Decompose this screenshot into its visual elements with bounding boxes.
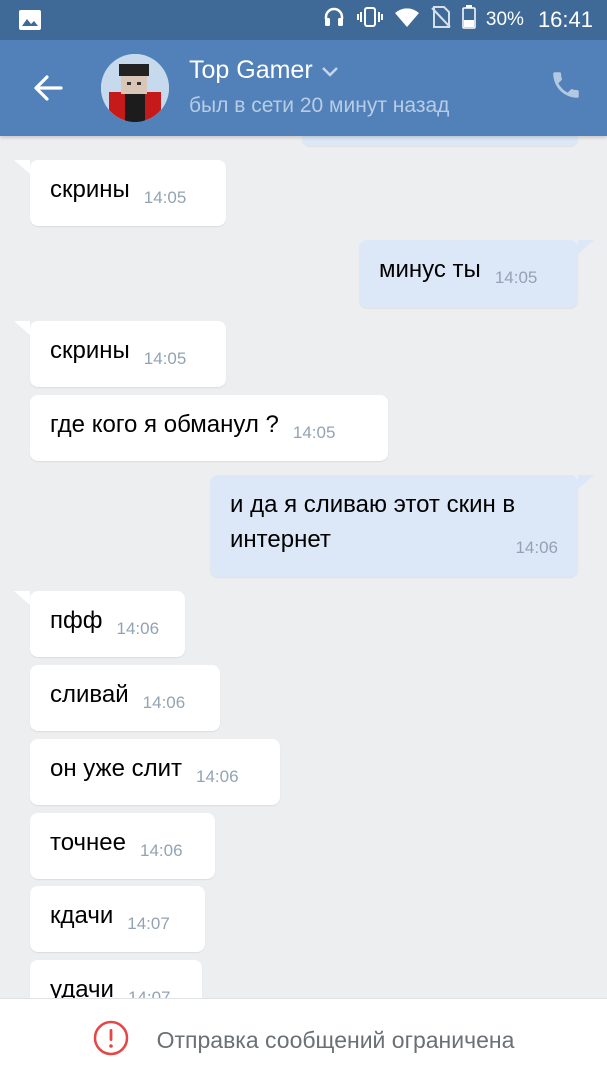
headphones-icon bbox=[322, 5, 346, 35]
vibrate-icon bbox=[356, 5, 384, 35]
no-sim-icon bbox=[430, 5, 452, 35]
message-bubble[interactable]: сливай 14:06 bbox=[30, 665, 220, 731]
message-text: он уже слит bbox=[50, 755, 183, 782]
message-time: 14:05 bbox=[292, 423, 336, 442]
message-bubble[interactable]: точнее 14:06 bbox=[30, 813, 215, 879]
message-time: 14:06 bbox=[116, 619, 160, 638]
status-bar: 30% 16:41 bbox=[0, 0, 607, 40]
message-text: минус ты bbox=[379, 256, 481, 283]
message-bubble[interactable]: кдачи 14:07 bbox=[30, 886, 205, 952]
contact-status: был в сети 20 минут назад bbox=[189, 94, 450, 117]
message-text-line-1: и да я сливаю этот скин в bbox=[230, 491, 516, 518]
message-bubble[interactable]: минус ты 14:05 bbox=[359, 240, 578, 308]
bubble-tail bbox=[578, 240, 594, 254]
contact-name[interactable]: Top Gamer bbox=[189, 56, 339, 85]
image-icon bbox=[18, 9, 42, 36]
restriction-notice: Отправка сообщений ограничена bbox=[156, 1026, 515, 1053]
message-time: 14:07 bbox=[127, 914, 170, 933]
battery-percent: 30% bbox=[485, 9, 524, 30]
message-time: 14:06 bbox=[140, 841, 183, 860]
message-text: удачи bbox=[50, 976, 114, 998]
chat-header: Top Gamer был в сети 20 минут назад bbox=[0, 40, 607, 136]
message-time: 14:05 bbox=[143, 188, 187, 207]
chevron-down-icon bbox=[321, 56, 339, 85]
phone-icon[interactable] bbox=[549, 68, 583, 102]
messaging-restricted-bar: Отправка сообщений ограничена bbox=[0, 998, 607, 1081]
back-arrow-icon[interactable] bbox=[30, 70, 66, 106]
message-bubble[interactable]: удачи 14:07 bbox=[30, 960, 202, 998]
message-bubble-partial bbox=[302, 136, 578, 146]
message-text: кдачи bbox=[50, 902, 114, 929]
bubble-tail bbox=[14, 160, 30, 174]
message-bubble[interactable]: и да я сливаю этот скин в интернет 14:06 bbox=[210, 475, 578, 577]
message-text: пфф bbox=[50, 607, 103, 634]
message-text: где кого я обманул ? bbox=[50, 411, 279, 438]
contact-name-label: Top Gamer bbox=[189, 56, 313, 84]
message-time: 14:07 bbox=[127, 988, 171, 998]
message-bubble[interactable]: где кого я обманул ? 14:05 bbox=[30, 395, 388, 461]
avatar[interactable] bbox=[101, 54, 169, 122]
message-time: 14:06 bbox=[196, 767, 239, 786]
message-text: сливай bbox=[50, 681, 129, 708]
battery-icon bbox=[462, 5, 476, 35]
message-text: скрины bbox=[50, 337, 130, 364]
clock: 16:41 bbox=[537, 7, 593, 32]
bubble-tail bbox=[578, 475, 594, 489]
bubble-tail bbox=[14, 321, 30, 335]
warning-circle-icon bbox=[93, 1020, 129, 1061]
message-list[interactable]: скрины 14:05 минус ты 14:05 скрины 14:05 гд… bbox=[0, 136, 607, 998]
bubble-tail bbox=[14, 591, 30, 605]
message-bubble[interactable]: пфф 14:06 bbox=[30, 591, 185, 657]
message-bubble[interactable]: он уже слит 14:06 bbox=[30, 739, 280, 805]
message-bubble[interactable]: скрины 14:05 bbox=[30, 160, 226, 226]
message-text: скрины bbox=[50, 176, 130, 203]
message-text: точнее bbox=[50, 829, 126, 856]
message-time: 14:05 bbox=[494, 268, 538, 287]
message-time: 14:06 bbox=[142, 693, 186, 712]
message-time: 14:05 bbox=[143, 349, 187, 368]
message-bubble[interactable]: скрины 14:05 bbox=[30, 321, 226, 387]
message-time: 14:06 bbox=[515, 538, 558, 557]
wifi-icon bbox=[394, 6, 420, 34]
message-text-line-2: интернет bbox=[230, 526, 331, 553]
